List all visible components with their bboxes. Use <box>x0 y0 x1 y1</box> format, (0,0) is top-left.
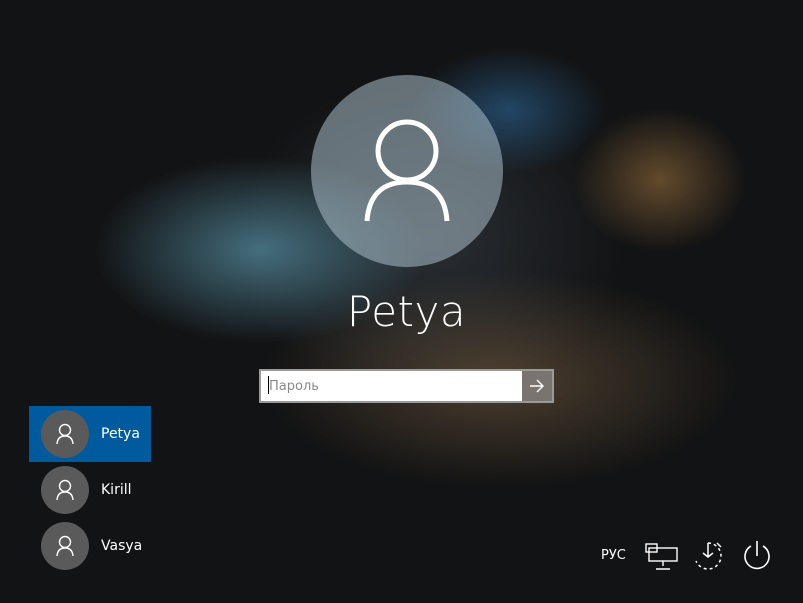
avatar <box>41 466 89 514</box>
user-icon <box>56 423 74 445</box>
user-switcher-list: Petya Kirill Vasya <box>29 406 151 574</box>
user-avatar <box>311 75 503 267</box>
user-icon <box>56 535 74 557</box>
user-item-kirill[interactable]: Kirill <box>29 462 151 518</box>
arrow-right-icon <box>530 379 544 393</box>
password-input[interactable] <box>261 371 522 401</box>
accessibility-icon <box>695 542 722 570</box>
text-caret <box>268 376 269 394</box>
user-icon <box>56 479 74 501</box>
user-item-petya[interactable]: Petya <box>29 406 151 462</box>
user-item-label: Petya <box>101 426 140 442</box>
avatar <box>41 522 89 570</box>
submit-button[interactable] <box>522 371 552 401</box>
user-item-label: Vasya <box>101 538 143 554</box>
power-icon <box>744 541 770 570</box>
current-user-name: Petya <box>346 287 467 336</box>
network-icon <box>645 543 678 570</box>
avatar <box>41 410 89 458</box>
language-switcher[interactable]: РУС <box>601 548 626 563</box>
ease-of-access-button[interactable] <box>690 538 726 574</box>
network-button[interactable] <box>643 539 679 575</box>
password-box <box>259 369 554 403</box>
user-icon <box>364 119 450 222</box>
user-item-vasya[interactable]: Vasya <box>29 518 151 574</box>
user-item-label: Kirill <box>101 482 132 498</box>
power-button[interactable] <box>739 538 775 574</box>
